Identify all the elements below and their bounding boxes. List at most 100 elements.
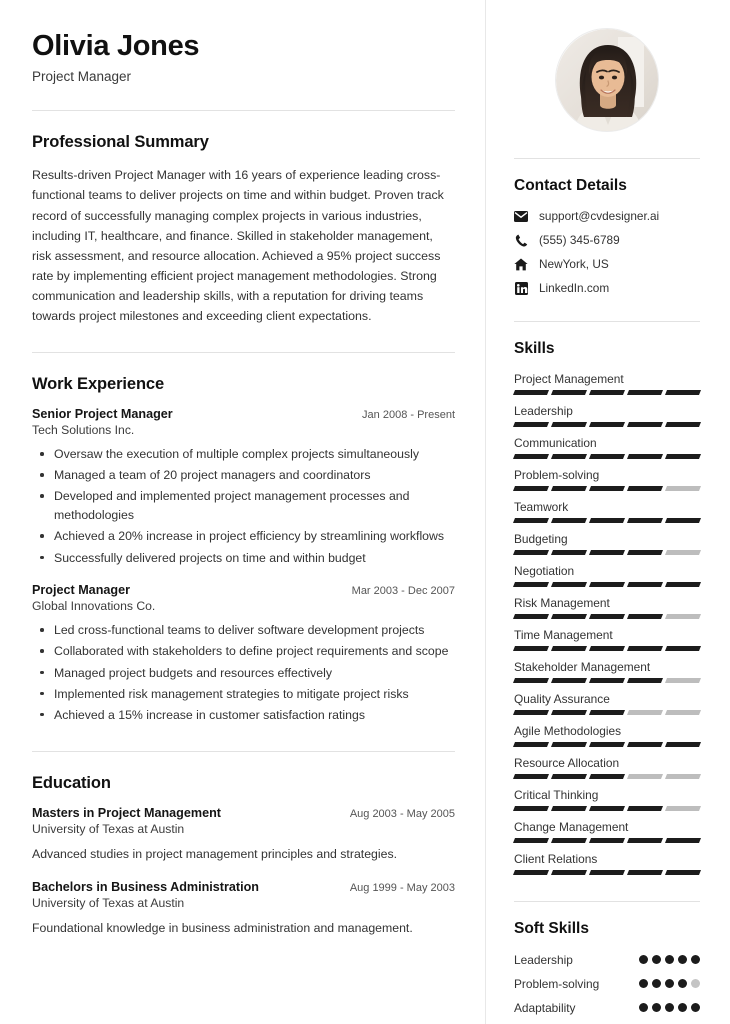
entry-header: Senior Project Manager Jan 2008 - Presen… <box>32 407 455 421</box>
experience-bullet: Achieved a 20% increase in project effic… <box>32 527 455 546</box>
summary-text: Results-driven Project Manager with 16 y… <box>32 168 444 323</box>
section-heading: Contact Details <box>514 177 627 194</box>
soft-skill-item: Leadership <box>514 952 700 968</box>
section-heading: Skills <box>514 340 555 357</box>
skill-segment <box>626 422 664 427</box>
contact-item[interactable]: support@cvdesigner.ai <box>514 209 700 223</box>
soft-skill-dot <box>678 955 687 964</box>
section-heading: Work Experience <box>32 375 165 394</box>
contact-value: NewYork, US <box>539 257 609 271</box>
skill-segment <box>550 678 588 683</box>
skill-segment <box>512 518 550 523</box>
skill-segment <box>664 582 702 587</box>
envelope-icon <box>514 209 528 223</box>
skill-segment <box>512 390 550 395</box>
skill-segment <box>664 774 702 779</box>
contact-list: support@cvdesigner.ai (555) 345-6789 New… <box>514 209 700 295</box>
skill-label: Time Management <box>514 628 613 642</box>
skill-segment <box>626 582 664 587</box>
skill-level-bar <box>512 614 702 619</box>
skill-segment <box>626 646 664 651</box>
contact-value: support@cvdesigner.ai <box>539 209 660 223</box>
skill-segment <box>664 838 702 843</box>
skill-segment <box>664 518 702 523</box>
section-work-experience: Work Experience Senior Project Manager J… <box>32 375 455 725</box>
entry-header: Project Manager Mar 2003 - Dec 2007 <box>32 583 455 597</box>
skill-segment <box>550 454 588 459</box>
skill-segment <box>588 774 626 779</box>
experience-bullet: Achieved a 15% increase in customer sati… <box>32 706 455 725</box>
skill-segment <box>512 486 550 491</box>
section-professional-summary: Professional Summary Results-driven Proj… <box>32 133 455 326</box>
skill-segment <box>512 582 550 587</box>
phone-icon <box>514 233 528 247</box>
skill-segment <box>550 806 588 811</box>
skill-segment <box>626 806 664 811</box>
skill-segment <box>588 518 626 523</box>
skill-item: Budgeting <box>512 532 702 555</box>
skill-segment <box>588 614 626 619</box>
section-heading: Professional Summary <box>32 133 209 152</box>
skill-segment <box>512 422 550 427</box>
contact-item[interactable]: (555) 345-6789 <box>514 233 700 247</box>
experience-entry: Senior Project Manager Jan 2008 - Presen… <box>32 407 455 567</box>
soft-skill-dot <box>639 1003 648 1013</box>
skill-segment <box>512 710 550 715</box>
skill-level-bar <box>512 390 702 395</box>
experience-bullets: Led cross-functional teams to deliver so… <box>32 621 455 724</box>
skill-segment <box>512 742 550 747</box>
school-name: University of Texas at Austin <box>32 821 185 836</box>
skill-segment <box>626 518 664 523</box>
skills-list: Project Management Leadership Communicat… <box>512 372 702 875</box>
job-company: Global Innovations Co. <box>32 599 156 614</box>
job-company: Tech Solutions Inc. <box>32 423 135 438</box>
contact-value: (555) 345-6789 <box>539 233 620 247</box>
skill-segment <box>626 838 664 843</box>
soft-skill-dot <box>652 955 661 964</box>
soft-skill-rating <box>639 976 700 989</box>
skill-segment <box>588 422 626 427</box>
experience-bullet: Successfully delivered projects on time … <box>32 549 455 568</box>
soft-skill-dot <box>678 1003 687 1013</box>
contact-item[interactable]: NewYork, US <box>514 257 700 271</box>
skill-label: Negotiation <box>514 564 575 578</box>
skill-segment <box>588 806 626 811</box>
name-block: Olivia Jones Project Manager <box>32 30 455 84</box>
skill-level-bar <box>512 550 702 555</box>
divider <box>32 352 455 354</box>
degree-date: Aug 2003 - May 2005 <box>349 807 455 820</box>
skill-label: Leadership <box>514 404 573 418</box>
skill-level-bar <box>512 454 702 459</box>
skill-segment <box>588 454 626 459</box>
home-icon <box>514 257 528 271</box>
education-entry: Masters in Project Management Aug 2003 -… <box>32 806 455 864</box>
section-heading: Education <box>32 773 111 792</box>
divider <box>32 750 455 752</box>
skill-level-bar <box>512 838 702 843</box>
experience-bullet: Oversaw the execution of multiple comple… <box>32 445 455 464</box>
degree-name: Masters in Project Management <box>32 805 221 820</box>
degree-description: Foundational knowledge in business admin… <box>32 920 413 935</box>
skill-segment <box>512 646 550 651</box>
skill-segment <box>550 390 588 395</box>
skill-item: Leadership <box>512 404 702 427</box>
skill-item: Project Management <box>512 372 702 395</box>
skill-item: Communication <box>512 436 702 459</box>
skill-segment <box>588 486 626 491</box>
skill-segment <box>512 870 550 875</box>
section-soft-skills: Soft Skills Leadership Problem-solving A… <box>514 920 700 1024</box>
skill-label: Problem-solving <box>514 468 600 482</box>
divider <box>514 158 700 159</box>
skill-segment <box>664 422 702 427</box>
candidate-name: Olivia Jones <box>32 30 200 62</box>
skill-segment <box>550 422 588 427</box>
soft-skill-rating <box>639 1000 700 1013</box>
contact-item[interactable]: LinkedIn.com <box>514 281 700 295</box>
experience-list: Senior Project Manager Jan 2008 - Presen… <box>32 407 455 725</box>
degree-date: Aug 1999 - May 2003 <box>349 881 455 894</box>
contact-value: LinkedIn.com <box>539 281 610 295</box>
skill-segment <box>626 742 664 747</box>
skill-item: Critical Thinking <box>512 788 702 811</box>
section-education: Education Masters in Project Management … <box>32 774 455 938</box>
main-column: Olivia Jones Project Manager Professiona… <box>0 0 485 1024</box>
